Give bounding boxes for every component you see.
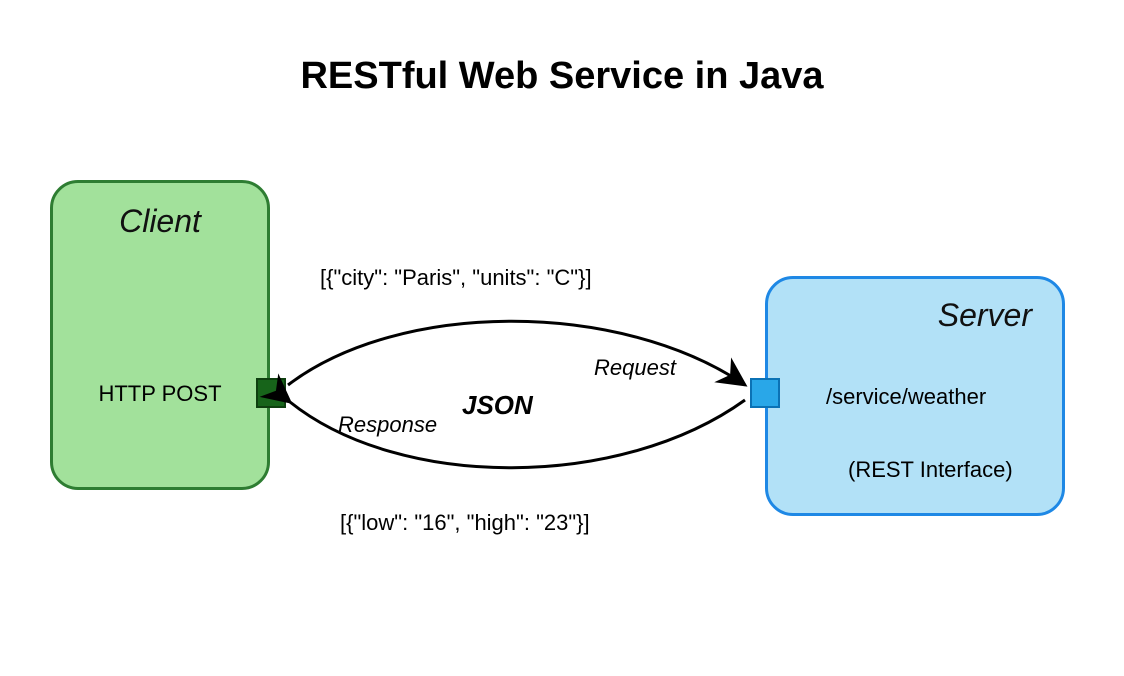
http-method-label: HTTP POST: [53, 381, 267, 407]
server-port: [750, 378, 780, 408]
server-label: Server: [768, 297, 1062, 334]
response-label: Response: [338, 412, 437, 438]
server-node: Server /service/weather (REST Interface): [765, 276, 1065, 516]
response-payload: [{"low": "16", "high": "23"}]: [340, 510, 590, 536]
interface-label: (REST Interface): [848, 457, 1013, 483]
client-node: Client HTTP POST: [50, 180, 270, 490]
diagram-title: RESTful Web Service in Java: [0, 55, 1124, 98]
client-port: [256, 378, 286, 408]
request-arrow: [288, 321, 745, 385]
request-payload: [{"city": "Paris", "units": "C"}]: [320, 265, 592, 291]
client-label: Client: [53, 203, 267, 240]
protocol-label: JSON: [462, 390, 533, 421]
request-label: Request: [594, 355, 676, 381]
endpoint-label: /service/weather: [826, 384, 986, 410]
